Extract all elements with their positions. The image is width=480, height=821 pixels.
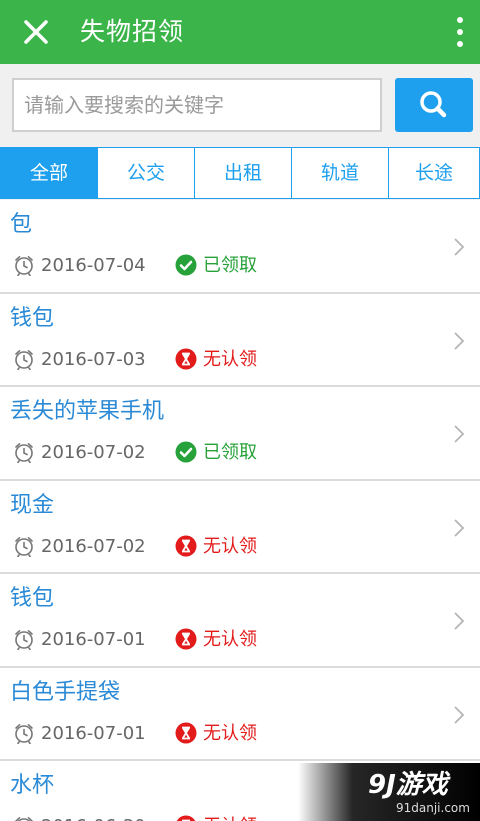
list-item[interactable]: 丢失的苹果手机 2016-07-02 已领取 [0, 387, 480, 481]
list-item[interactable]: 钱包 2016-07-01 无认领 [0, 574, 480, 668]
alarm-clock-icon [15, 817, 33, 821]
category-tabs: 全部 公交 出租 轨道 长途 [0, 147, 480, 199]
status-badge: 已领取 [203, 442, 257, 463]
page-title: 失物招领 [80, 17, 185, 46]
hourglass-icon [175, 535, 197, 556]
alarm-clock-icon [15, 723, 33, 744]
search-icon [420, 91, 447, 118]
list-item[interactable]: 白色手提袋 2016-07-01 无认领 [0, 667, 480, 761]
item-date: 2016-07-02 [41, 535, 146, 557]
tab-bus[interactable]: 公交 [98, 148, 195, 198]
item-name: 水杯 [10, 773, 55, 798]
item-name: 钱包 [10, 305, 55, 331]
alarm-clock-icon [15, 630, 33, 650]
hourglass-icon [175, 628, 197, 650]
watermark-logo: 9J游戏 [368, 770, 448, 800]
status-badge: 无认领 [203, 629, 257, 650]
tab-taxi[interactable]: 出租 [195, 148, 292, 198]
search-bar: 请输入要搜索的关键字 [0, 64, 480, 144]
alarm-clock-icon [15, 349, 33, 370]
item-date: 2016-07-02 [41, 442, 146, 463]
lost-found-list: 包 2016-07-04 已领取 钱包 2016-07-03 无认领 丢失的苹果手机 2016… [0, 200, 480, 821]
tab-all[interactable]: 全部 [1, 148, 98, 198]
alarm-clock-icon [15, 536, 33, 557]
search-button[interactable] [395, 78, 473, 132]
alarm-clock-icon [15, 256, 33, 276]
chevron-right-icon [454, 705, 465, 724]
list-item[interactable]: 包 2016-07-04 已领取 [0, 200, 480, 294]
chevron-right-icon [454, 331, 465, 350]
chevron-right-icon [454, 238, 465, 256]
status-badge: 无认领 [203, 722, 257, 744]
tab-long-distance[interactable]: 长途 [389, 148, 479, 198]
app-header: 失物招领 [0, 0, 480, 64]
list-item[interactable]: 钱包 2016-07-03 无认领 [0, 293, 480, 387]
check-circle-icon [175, 254, 197, 276]
status-badge: 无认领 [203, 815, 257, 821]
hourglass-icon [175, 722, 197, 743]
item-name: 现金 [10, 492, 55, 518]
item-name: 丢失的苹果手机 [10, 399, 165, 424]
watermark: 9J游戏 91danji.com [298, 763, 480, 821]
status-badge: 已领取 [203, 255, 257, 276]
chevron-right-icon [454, 425, 465, 443]
hourglass-icon [176, 815, 196, 821]
item-date: 2016-06-30 [41, 816, 146, 821]
tab-metro[interactable]: 轨道 [292, 148, 389, 198]
status-badge: 无认领 [203, 535, 257, 557]
item-date: 2016-07-01 [41, 629, 146, 650]
item-date: 2016-07-04 [41, 255, 146, 276]
chevron-right-icon [454, 612, 465, 630]
item-date: 2016-07-01 [41, 722, 146, 744]
hourglass-icon [175, 348, 197, 369]
status-badge: 无认领 [203, 348, 257, 370]
item-name: 钱包 [10, 586, 55, 611]
close-icon[interactable] [16, 12, 56, 52]
watermark-url: 91danji.com [396, 801, 470, 815]
chevron-right-icon [454, 518, 465, 537]
item-name: 包 [10, 212, 33, 237]
list-item[interactable]: 现金 2016-07-02 无认领 [0, 480, 480, 574]
alarm-clock-icon [15, 443, 33, 463]
check-circle-icon [175, 441, 197, 463]
more-vertical-icon[interactable] [452, 12, 468, 52]
item-name: 白色手提袋 [10, 679, 121, 705]
search-input[interactable]: 请输入要搜索的关键字 [12, 78, 382, 132]
item-date: 2016-07-03 [41, 348, 146, 370]
